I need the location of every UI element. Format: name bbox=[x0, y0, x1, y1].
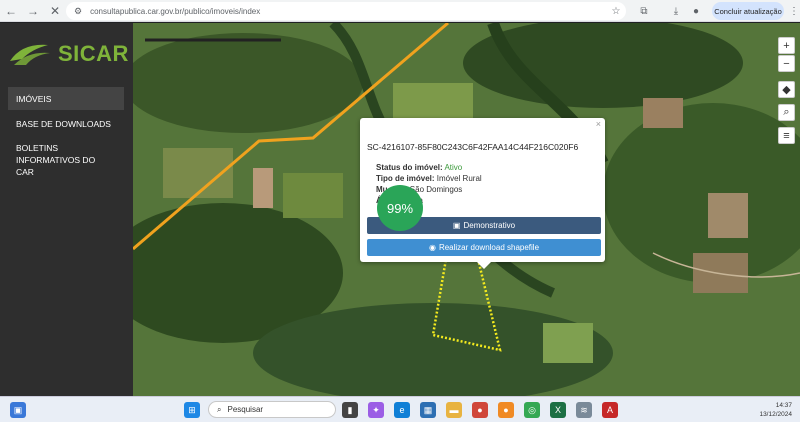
start-icon[interactable]: ⊞ bbox=[184, 402, 200, 418]
widgets-icon[interactable]: ▣ bbox=[10, 402, 26, 418]
update-button[interactable]: Concluir atualização bbox=[712, 2, 784, 20]
popup-close-button[interactable]: × bbox=[596, 119, 601, 129]
close-icon[interactable]: ✕ bbox=[44, 0, 66, 22]
globe-icon: ◉ bbox=[428, 243, 436, 252]
edge-icon[interactable]: e bbox=[394, 402, 410, 418]
forward-icon[interactable]: → bbox=[22, 0, 44, 22]
progress-badge: 99% bbox=[377, 185, 423, 231]
search-icon[interactable]: ⌕ bbox=[778, 104, 795, 121]
download-icon[interactable]: ⤓ bbox=[668, 3, 684, 19]
sidebar-item-label: BOLETINS INFORMATIVOS DO CAR bbox=[16, 143, 96, 177]
logo-mark-icon bbox=[10, 44, 50, 65]
browser-toolbar: ← → ✕ ⚙ consultapublica.car.gov.br/publi… bbox=[0, 0, 800, 22]
star-icon[interactable]: ☆ bbox=[608, 3, 624, 19]
firefox-alt-icon[interactable]: ● bbox=[498, 402, 514, 418]
tipo-value: Imóvel Rural bbox=[436, 174, 482, 183]
layers-icon[interactable]: ◆ bbox=[778, 81, 795, 98]
document-icon: ▣ bbox=[452, 221, 461, 230]
extensions-icon[interactable]: ⧉ bbox=[636, 3, 652, 19]
property-code: SC-4216107-85F80C243C6F42FAA14C44F216C02… bbox=[367, 142, 579, 152]
popup-pointer bbox=[476, 261, 492, 269]
taskbar-search[interactable]: ⌕ Pesquisar bbox=[208, 401, 336, 418]
zoom-in-button[interactable]: + bbox=[778, 37, 795, 54]
taskbar: ▣ ⊞ ⌕ Pesquisar ▮ ✦ e ▦ ▬ ● ● ◎ X ≋ A 14… bbox=[0, 396, 800, 422]
sidebar-item-label: IMÓVEIS bbox=[16, 93, 52, 104]
logo-text: SICAR bbox=[58, 41, 129, 66]
url-text: consultapublica.car.gov.br/publico/imove… bbox=[90, 6, 261, 16]
sidebar-item-base-de-downloads[interactable]: BASE DE DOWNLOADS bbox=[8, 113, 124, 135]
site-info-icon[interactable]: ⚙ bbox=[74, 6, 82, 17]
status-label: Status do imóvel: bbox=[376, 163, 443, 172]
sidebar-item-boletins[interactable]: BOLETINS INFORMATIVOS DO CAR bbox=[8, 142, 108, 182]
clock-time: 14:37 bbox=[775, 402, 792, 409]
status-row: Status do imóvel: Ativo bbox=[376, 163, 462, 172]
chrome-icon[interactable]: ◎ bbox=[524, 402, 540, 418]
sicar-logo[interactable]: SICAR bbox=[8, 39, 128, 73]
tipo-label: Tipo de imóvel: bbox=[376, 174, 435, 183]
profile-icon[interactable]: ● bbox=[688, 3, 704, 19]
system-clock[interactable]: 14:37 13/12/2024 bbox=[740, 401, 792, 419]
excel-icon[interactable]: X bbox=[550, 402, 566, 418]
firefox-icon[interactable]: ● bbox=[472, 402, 488, 418]
search-icon: ⌕ bbox=[217, 404, 222, 414]
zoom-out-button[interactable]: − bbox=[778, 55, 795, 72]
download-shapefile-label: Realizar download shapefile bbox=[438, 243, 540, 252]
search-placeholder: Pesquisar bbox=[227, 405, 264, 414]
clock-date: 13/12/2024 bbox=[759, 411, 792, 418]
menu-icon[interactable]: ≡ bbox=[778, 127, 795, 144]
back-icon[interactable]: ← bbox=[0, 0, 22, 22]
copilot-icon[interactable]: ✦ bbox=[368, 402, 384, 418]
status-value: Ativo bbox=[444, 163, 463, 172]
sidebar: SICAR IMÓVEIS BASE DE DOWNLOADS BOLETINS… bbox=[0, 23, 133, 396]
demonstrativo-label: Demonstrativo bbox=[463, 221, 516, 230]
sidebar-item-imoveis[interactable]: IMÓVEIS bbox=[8, 87, 124, 110]
tipo-row: Tipo de imóvel: Imóvel Rural bbox=[376, 174, 482, 183]
address-bar[interactable]: ⚙ consultapublica.car.gov.br/publico/imo… bbox=[66, 2, 626, 20]
sidebar-item-label: BASE DE DOWNLOADS bbox=[16, 119, 111, 129]
store-icon[interactable]: ▦ bbox=[420, 402, 436, 418]
pdf-icon[interactable]: A bbox=[602, 402, 618, 418]
download-shapefile-button[interactable]: ◉ Realizar download shapefile bbox=[367, 239, 601, 256]
more-icon[interactable]: ⋮ bbox=[786, 3, 800, 19]
network-app-icon[interactable]: ≋ bbox=[576, 402, 592, 418]
task-view-icon[interactable]: ▮ bbox=[342, 402, 358, 418]
file-explorer-icon[interactable]: ▬ bbox=[446, 402, 462, 418]
